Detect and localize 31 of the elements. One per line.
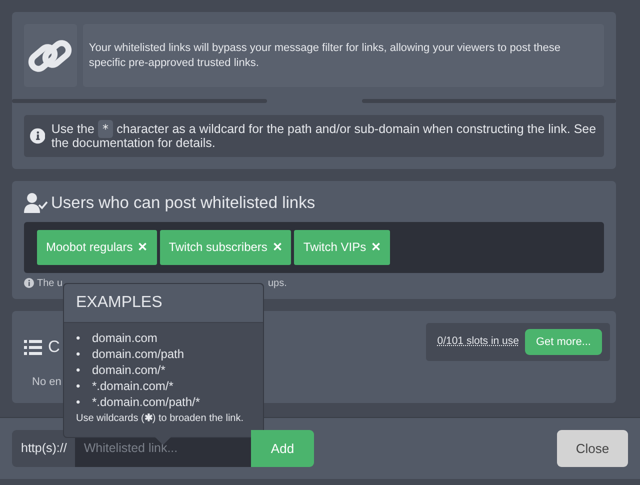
bullet-mark: • [76,394,82,410]
help-text: ups. [268,276,287,291]
example-item: domain.com/* [92,362,166,378]
bullet-mark: • [76,346,82,362]
help-text: The u [37,276,63,291]
list-icon [24,340,42,355]
info-text: Use the * character as a wildcard for the path and/or sub-domain when constructing the link. See the documentation for details. [51,122,598,150]
empty-text: No en [32,376,62,388]
user-group-tag[interactable]: Moobot regulars ✕ [37,230,157,265]
bullet-mark: • [76,330,82,346]
example-item: *.domain.com/path/* [92,394,200,410]
protocol-label: http(s):// [12,430,76,467]
example-item: domain.com/path [92,346,184,362]
example-item: *.domain.com/* [92,378,174,394]
add-button[interactable]: Add [251,430,314,467]
close-button[interactable]: Close [557,430,628,467]
popover-title: EXAMPLES [64,284,263,323]
info-icon [30,126,46,146]
section-title: Users who can post whitelisted links [51,193,316,214]
user-group-tag[interactable]: Twitch subscribers ✕ [160,230,292,265]
intro-text: Your whitelisted links will bypass your message filter for links, allowing your viewers to post these specific pre-approved trusted links. [88,40,562,70]
user-group-tag[interactable]: Twitch VIPs ✕ [294,230,390,265]
slots-usage-link[interactable]: 0/101 slots in use [437,334,519,350]
section-title: C [48,336,60,358]
popover-note: Use wildcards (✱) to broaden the link. [76,412,244,426]
bullet-mark: • [76,378,82,394]
example-item: domain.com [92,330,158,346]
info-icon [24,278,34,288]
user-check-icon [24,193,48,214]
bullet-mark: • [76,362,82,378]
get-more-button[interactable]: Get more... [524,328,602,356]
